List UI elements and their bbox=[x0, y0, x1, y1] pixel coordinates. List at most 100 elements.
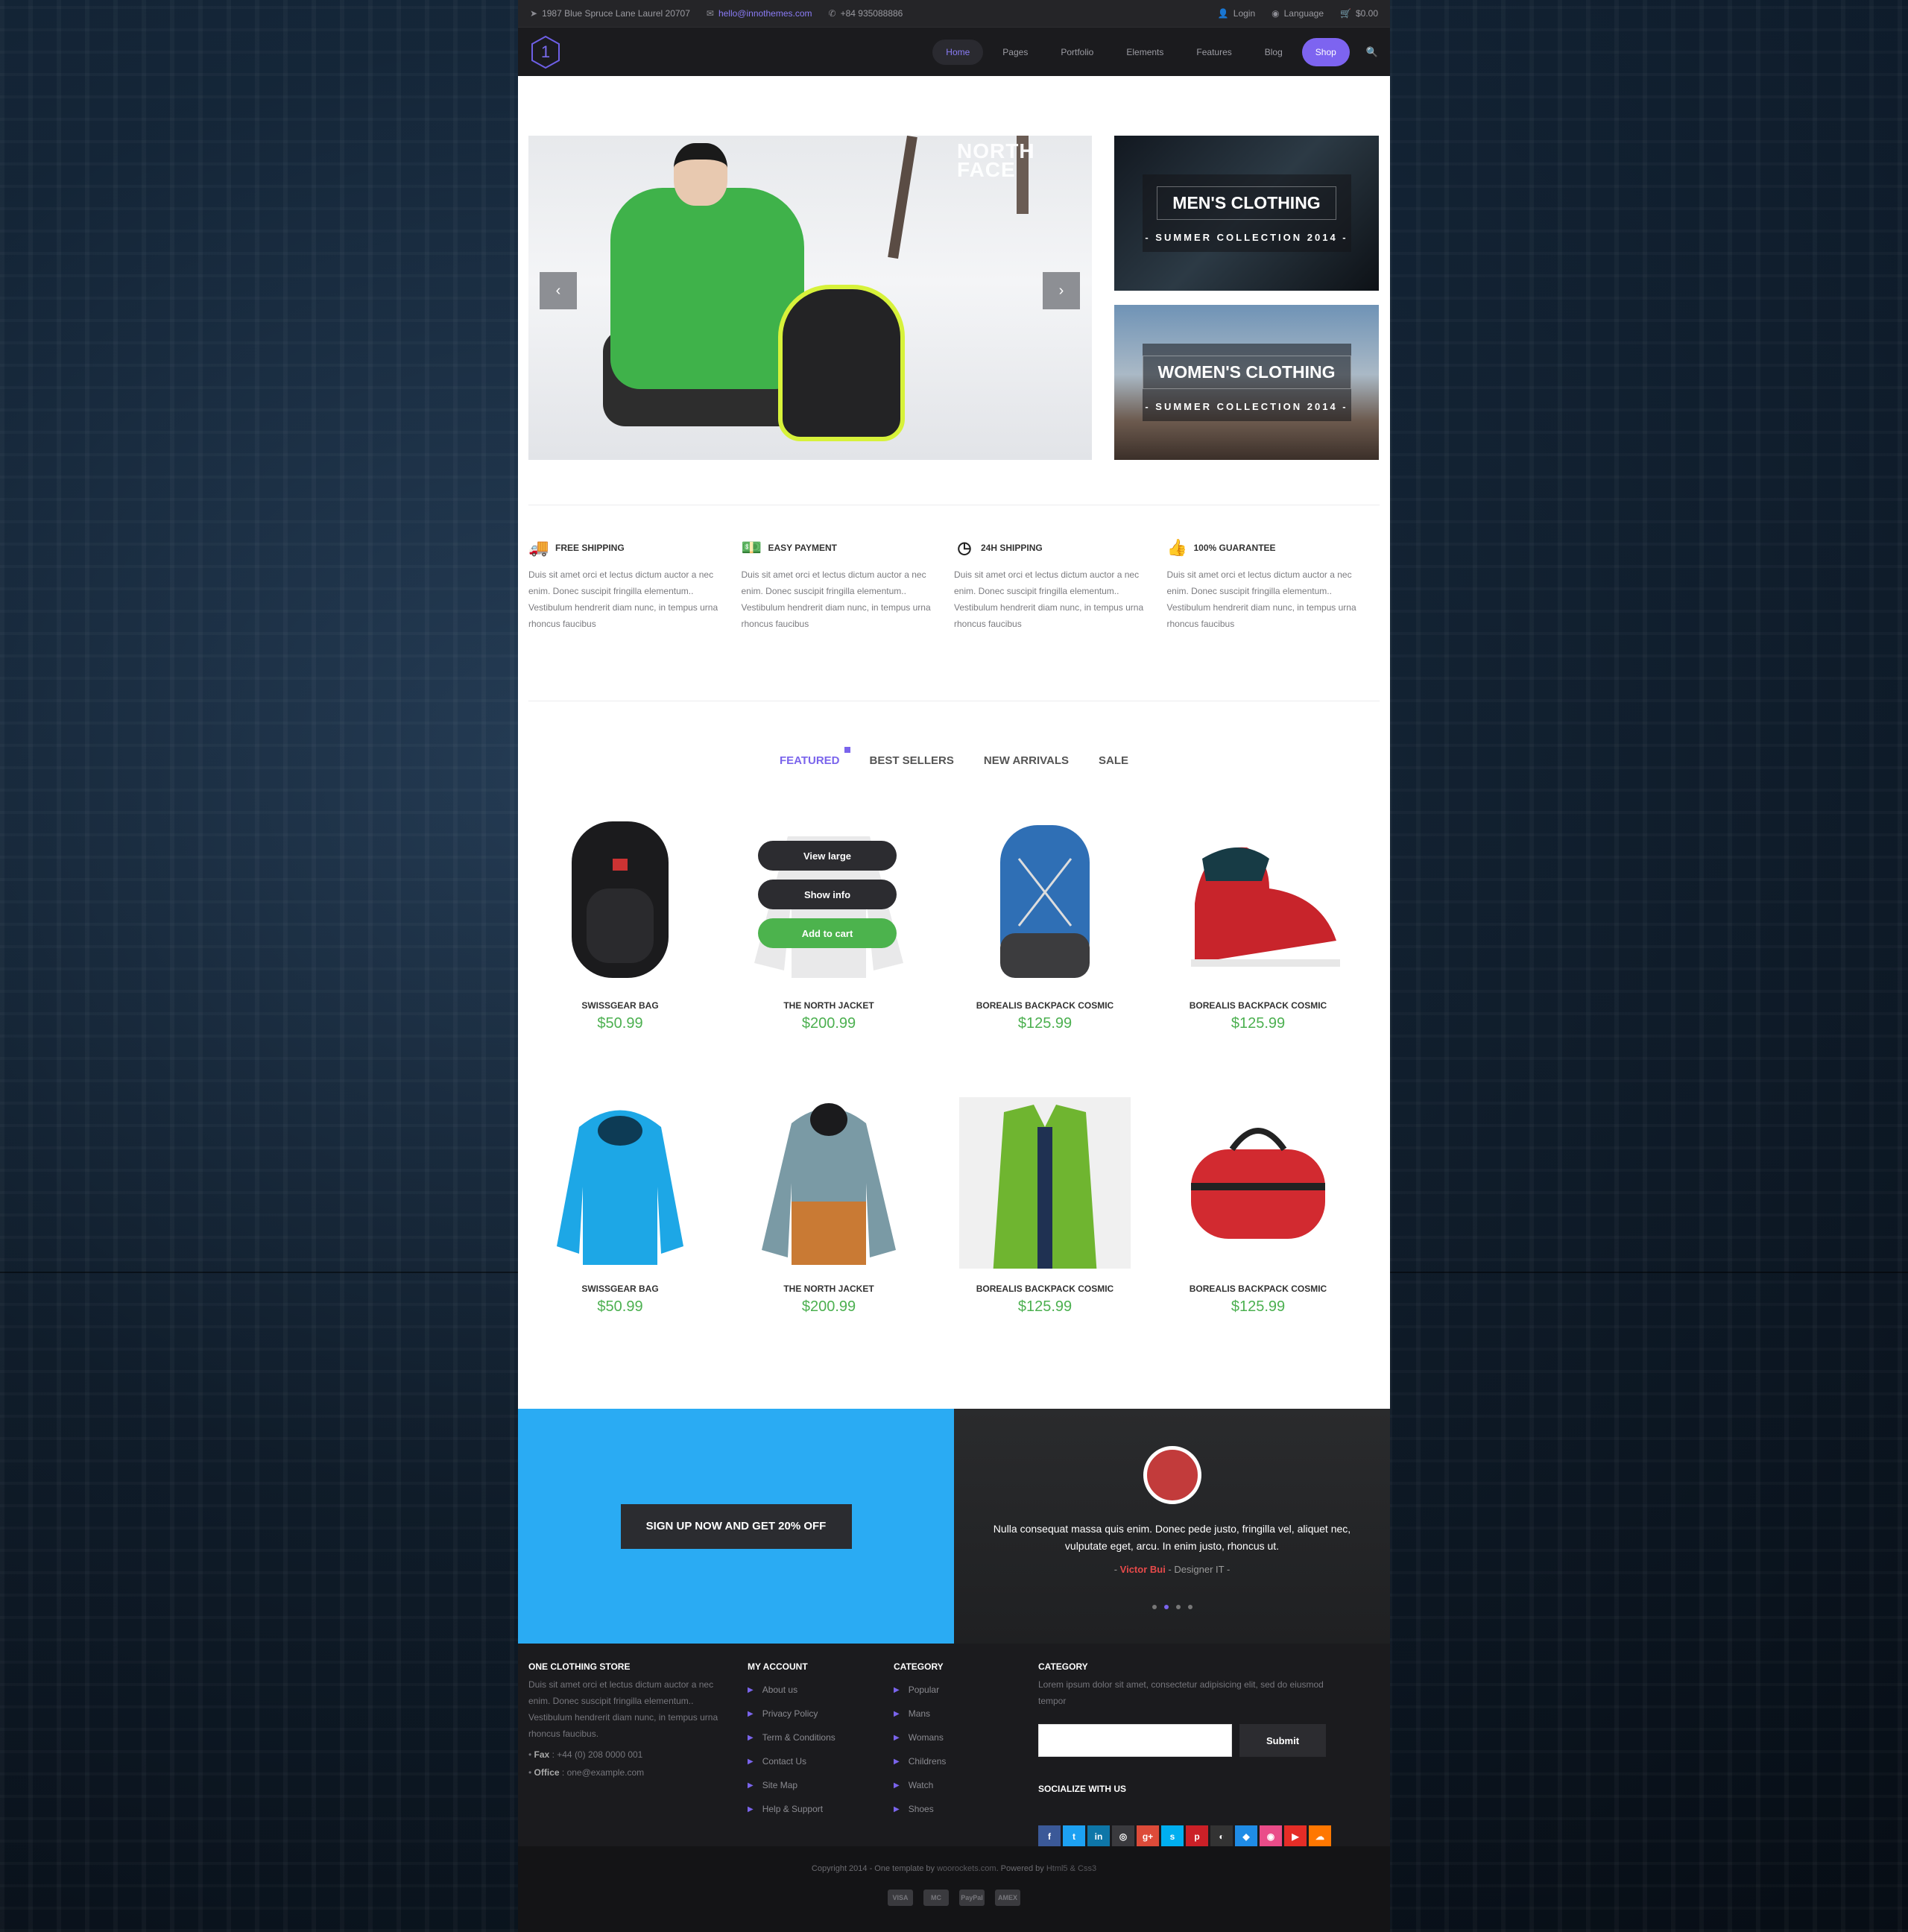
product-image[interactable]: View large Show info Add to cart bbox=[743, 814, 914, 985]
footer-link-label[interactable]: Site Map bbox=[762, 1780, 797, 1790]
product-image[interactable] bbox=[959, 1097, 1131, 1295]
twitter-icon[interactable]: t bbox=[1063, 1825, 1085, 1848]
product-card[interactable]: SWISSGEAR BAG $50.99 bbox=[519, 1097, 721, 1316]
footer-link[interactable]: ▶ Help & Support bbox=[748, 1797, 835, 1821]
nav-blog[interactable]: Blog bbox=[1251, 40, 1296, 65]
footer-link-label[interactable]: Shoes bbox=[909, 1804, 934, 1814]
product-name[interactable]: BOREALIS BACKPACK COSMIC bbox=[944, 1284, 1146, 1294]
footer-link[interactable]: ▶ About us bbox=[748, 1678, 835, 1702]
facebook-icon[interactable]: f bbox=[1038, 1825, 1061, 1848]
nav-pages[interactable]: Pages bbox=[989, 40, 1041, 65]
youtube-icon[interactable]: ▶ bbox=[1284, 1825, 1307, 1848]
pagination-dot[interactable] bbox=[1187, 1605, 1192, 1609]
footer-link-label[interactable]: Term & Conditions bbox=[762, 1732, 835, 1743]
add-to-cart-button[interactable]: Add to cart bbox=[758, 918, 897, 948]
instagram-icon[interactable]: ◎ bbox=[1112, 1825, 1134, 1848]
footer-link[interactable]: ▶ Womans bbox=[894, 1726, 946, 1749]
email-link[interactable]: hello@innothemes.com bbox=[718, 8, 812, 19]
product-name[interactable]: SWISSGEAR BAG bbox=[519, 1000, 721, 1011]
login-link[interactable]: 👤 Login bbox=[1218, 8, 1255, 19]
pagination-dot[interactable] bbox=[1175, 1605, 1181, 1609]
soundcloud-icon[interactable]: ☁ bbox=[1309, 1825, 1331, 1848]
footer-link[interactable]: ▶ Childrens bbox=[894, 1749, 946, 1773]
product-image[interactable] bbox=[1172, 814, 1344, 985]
signup-button[interactable]: SIGN UP NOW AND GET 20% OFF bbox=[620, 1503, 852, 1549]
skype-icon[interactable]: s bbox=[1161, 1825, 1184, 1848]
womens-clothing-banner[interactable]: WOMEN'S CLOTHING - SUMMER COLLECTION 201… bbox=[1114, 305, 1379, 460]
footer-link-label[interactable]: Privacy Policy bbox=[762, 1708, 818, 1719]
footer-link[interactable]: ▶ Term & Conditions bbox=[748, 1726, 835, 1749]
product-card[interactable]: THE NORTH JACKET $200.99 bbox=[728, 1097, 929, 1316]
tab-best-sellers[interactable]: BEST SELLERS bbox=[870, 754, 954, 767]
footer-link-label[interactable]: Contact Us bbox=[762, 1756, 806, 1767]
site-logo[interactable]: 1 bbox=[530, 35, 561, 69]
nav-elements[interactable]: Elements bbox=[1113, 40, 1177, 65]
dropbox-icon[interactable]: ◆ bbox=[1235, 1825, 1257, 1848]
paypal-icon: PayPal bbox=[959, 1890, 985, 1906]
footer-link-label[interactable]: Womans bbox=[909, 1732, 944, 1743]
pagination-dot-active[interactable] bbox=[1163, 1605, 1169, 1609]
view-large-button[interactable]: View large bbox=[758, 841, 897, 871]
product-name[interactable]: BOREALIS BACKPACK COSMIC bbox=[1157, 1284, 1359, 1294]
linkedin-icon[interactable]: in bbox=[1087, 1825, 1110, 1848]
product-image[interactable] bbox=[534, 1097, 706, 1269]
tab-sale[interactable]: SALE bbox=[1099, 754, 1128, 767]
copyright-author-link[interactable]: woorockets.com bbox=[937, 1864, 996, 1873]
cart-link[interactable]: 🛒 $0.00 bbox=[1340, 8, 1378, 19]
footer-link-label[interactable]: Popular bbox=[909, 1685, 939, 1695]
product-image[interactable] bbox=[1172, 1097, 1344, 1269]
product-name[interactable]: THE NORTH JACKET bbox=[728, 1000, 929, 1011]
product-name[interactable]: THE NORTH JACKET bbox=[728, 1284, 929, 1294]
product-image[interactable] bbox=[959, 814, 1131, 985]
language-link[interactable]: ◉ Language bbox=[1272, 8, 1324, 19]
footer-newsletter: CATEGORY Lorem ipsum dolor sit amet, con… bbox=[1038, 1661, 1351, 1848]
tab-new-arrivals[interactable]: NEW ARRIVALS bbox=[984, 754, 1069, 767]
footer-link[interactable]: ▶ Shoes bbox=[894, 1797, 946, 1821]
cart-total[interactable]: $0.00 bbox=[1356, 8, 1378, 19]
footer-link[interactable]: ▶ Site Map bbox=[748, 1773, 835, 1797]
product-card[interactable]: BOREALIS BACKPACK COSMIC $125.99 bbox=[944, 1097, 1146, 1316]
footer-link-label[interactable]: Help & Support bbox=[762, 1804, 823, 1814]
show-info-button[interactable]: Show info bbox=[758, 880, 897, 909]
product-name[interactable]: SWISSGEAR BAG bbox=[519, 1284, 721, 1294]
product-card[interactable]: BOREALIS BACKPACK COSMIC $125.99 bbox=[1157, 814, 1359, 1032]
tab-featured[interactable]: FEATURED bbox=[780, 747, 850, 767]
github-icon[interactable]: ◐ bbox=[1210, 1825, 1233, 1848]
product-name[interactable]: BOREALIS BACKPACK COSMIC bbox=[944, 1000, 1146, 1011]
product-card[interactable]: BOREALIS BACKPACK COSMIC $125.99 bbox=[944, 814, 1146, 1032]
footer-link-label[interactable]: Childrens bbox=[909, 1756, 947, 1767]
footer-link[interactable]: ▶ Watch bbox=[894, 1773, 946, 1797]
product-name[interactable]: BOREALIS BACKPACK COSMIC bbox=[1157, 1000, 1359, 1011]
footer-link[interactable]: ▶ Popular bbox=[894, 1678, 946, 1702]
googleplus-icon[interactable]: g+ bbox=[1137, 1825, 1159, 1848]
pagination-dot[interactable] bbox=[1152, 1605, 1157, 1609]
footer-link[interactable]: ▶ Contact Us bbox=[748, 1749, 835, 1773]
footer-link[interactable]: ▶ Privacy Policy bbox=[748, 1702, 835, 1726]
footer-link-label[interactable]: About us bbox=[762, 1685, 797, 1695]
product-image[interactable] bbox=[534, 814, 706, 985]
product-card[interactable]: View large Show info Add to cart THE NOR… bbox=[728, 814, 929, 1032]
nav-features[interactable]: Features bbox=[1183, 40, 1245, 65]
product-card[interactable]: BOREALIS BACKPACK COSMIC $125.99 bbox=[1157, 1097, 1359, 1316]
mens-clothing-banner[interactable]: MEN'S CLOTHING - SUMMER COLLECTION 2014 … bbox=[1114, 136, 1379, 291]
nav-portfolio[interactable]: Portfolio bbox=[1047, 40, 1107, 65]
product-image[interactable] bbox=[743, 1097, 914, 1269]
login-label[interactable]: Login bbox=[1233, 8, 1255, 19]
submit-button[interactable]: Submit bbox=[1239, 1724, 1326, 1757]
product-card[interactable]: SWISSGEAR BAG $50.99 bbox=[519, 814, 721, 1032]
footer-link-label[interactable]: Watch bbox=[909, 1780, 934, 1790]
slider-prev-button[interactable]: ‹ bbox=[540, 272, 577, 309]
pinterest-icon[interactable]: p bbox=[1186, 1825, 1208, 1848]
feature-24h-shipping: ◷ 24H SHIPPING Duis sit amet orci et lect… bbox=[954, 538, 1167, 632]
search-icon[interactable]: 🔍 bbox=[1366, 46, 1378, 58]
email[interactable]: ✉ hello@innothemes.com bbox=[707, 8, 812, 19]
dribbble-icon[interactable]: ◉ bbox=[1260, 1825, 1282, 1848]
nav-home[interactable]: Home bbox=[932, 39, 984, 65]
nav-shop-button[interactable]: Shop bbox=[1301, 37, 1350, 66]
footer-link[interactable]: ▶ Mans bbox=[894, 1702, 946, 1726]
slider-next-button[interactable]: › bbox=[1043, 272, 1080, 309]
newsletter-email-input[interactable] bbox=[1038, 1724, 1232, 1757]
main-nav: 1 Home Pages Portfolio Elements Features… bbox=[518, 27, 1390, 76]
language-label[interactable]: Language bbox=[1284, 8, 1324, 19]
footer-link-label[interactable]: Mans bbox=[909, 1708, 930, 1719]
